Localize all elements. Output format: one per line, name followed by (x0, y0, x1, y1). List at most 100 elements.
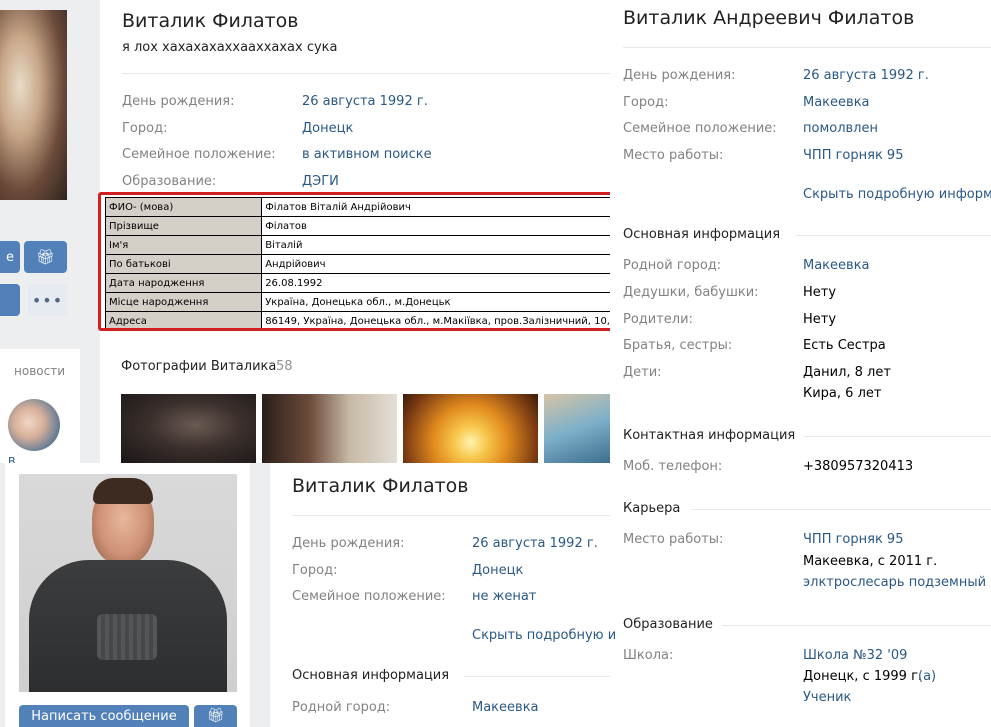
city-value[interactable]: Макеевка (803, 95, 870, 110)
children-label: Дети: (623, 365, 662, 380)
hometown-value[interactable]: Макеевка (472, 700, 539, 715)
city-value[interactable]: Донецк (302, 121, 353, 136)
gift-icon: 🎁︎ (35, 248, 56, 266)
right-page-title: Виталик Андреевич Филатов (623, 7, 915, 29)
career-position[interactable]: элктрослесарь подземный (803, 575, 986, 590)
relationship-label: Семейное положение: (122, 147, 276, 162)
career-label: Место работы: (623, 532, 724, 547)
hometown-value[interactable]: Макеевка (803, 258, 870, 273)
grandparents-label: Дедушки, бабушки: (623, 285, 759, 300)
grandparents-value: Нету (803, 285, 837, 300)
registry-key: По батькові (104, 254, 263, 274)
photos-title[interactable]: Фотографии Виталика (121, 359, 276, 374)
workplace-label: Место работы: (623, 148, 724, 163)
registry-key: Адреса (104, 311, 263, 328)
photo-hair (93, 478, 153, 504)
photo-thumb[interactable] (403, 394, 538, 463)
photos-card: Фотографии Виталика 58 (100, 343, 610, 463)
career-company[interactable]: ЧПП горняк 95 (803, 532, 903, 547)
main-info-heading: Основная информация (292, 668, 450, 683)
secondary-button-partial[interactable] (0, 284, 20, 316)
school-label: Школа: (623, 648, 674, 663)
relationship-value[interactable]: не женат (472, 589, 536, 604)
phone-label: Моб. телефон: (623, 459, 723, 474)
contact-heading: Контактная информация (623, 428, 796, 443)
registry-value: Філатов Віталій Андрійович (261, 197, 614, 217)
relationship-value[interactable]: помолвлен (803, 121, 878, 136)
right-profile-panel: Виталик Андреевич Филатов День рождения:… (610, 0, 991, 727)
gift-icon: 🎁︎ (206, 708, 225, 724)
friend-avatar[interactable] (8, 399, 60, 451)
send-message-button[interactable]: Написать сообщение (19, 705, 189, 727)
birthday-label: День рождения: (292, 536, 405, 551)
birthday-value[interactable]: 26 августа 1992 г. (302, 94, 428, 109)
registry-key: Дата народження (104, 273, 263, 293)
city-value[interactable]: Донецк (472, 563, 523, 578)
bottom-profile-card: Виталик Филатов День рождения: 26 август… (270, 463, 616, 727)
registry-table: ФИО- (мова) Філатов Віталій Андрійович Прі… (104, 197, 614, 328)
hometown-label: Родной город: (623, 258, 722, 273)
registry-key: Місце народження (104, 292, 263, 312)
divider (122, 73, 610, 74)
divider (722, 625, 991, 626)
gift-button[interactable]: 🎁︎ (24, 241, 67, 273)
divider (623, 47, 991, 48)
registry-value: Україна, Донецька обл., м.Донецьк (261, 292, 614, 312)
registry-value: Віталій (261, 235, 614, 255)
divider (464, 676, 610, 677)
hometown-label: Родной город: (292, 700, 391, 715)
registry-row: По батькові Андрійович (104, 254, 614, 274)
registry-value: Філатов (261, 216, 614, 236)
divider (692, 509, 991, 510)
siblings-label: Братья, сестры: (623, 338, 733, 353)
registry-value: 26.08.1992 (261, 273, 614, 293)
city-label: Город: (623, 95, 669, 110)
school-city: Донецк, с 1999 г. (803, 669, 923, 684)
birthday-value[interactable]: 26 августа 1992 г. (803, 68, 929, 83)
action-button-label: е (6, 249, 14, 265)
career-heading: Карьера (623, 501, 681, 516)
registry-key: ФИО- (мова) (104, 197, 263, 217)
news-label[interactable]: новости (14, 364, 65, 378)
profile-photo[interactable] (19, 474, 237, 692)
send-message-label: Написать сообщение (31, 708, 177, 724)
school-role[interactable]: Ученик (803, 690, 851, 705)
relationship-label: Семейное положение: (292, 589, 446, 604)
profile-status[interactable]: я лох хахахахаххааххахах сука (122, 40, 338, 55)
registry-row: Прізвище Філатов (104, 216, 614, 236)
birthday-value[interactable]: 26 августа 1992 г. (472, 536, 598, 551)
registry-row: ФИО- (мова) Філатов Віталій Андрійович (104, 197, 614, 217)
registry-key: Прізвище (104, 216, 263, 236)
photo-thumb[interactable] (121, 394, 256, 463)
school-value[interactable]: Школа №32 '09 (803, 648, 907, 663)
photo-shirt-print (97, 614, 157, 660)
more-icon: ••• (31, 290, 64, 310)
phone-value: +380957320413 (803, 459, 914, 474)
action-button-partial[interactable]: е (0, 241, 20, 273)
birthday-label: День рождения: (623, 68, 736, 83)
parents-value: Нету (803, 312, 837, 327)
parents-label: Родители: (623, 312, 693, 327)
relationship-value[interactable]: в активном поиске (302, 147, 432, 162)
children-value-second: Кира, 6 лет (803, 386, 882, 401)
hide-details-link[interactable]: Скрыть подробную и (472, 628, 616, 643)
registry-key: Ім'я (104, 235, 263, 255)
education-value[interactable]: ДЭГИ (302, 174, 339, 189)
education-heading: Образование (623, 617, 713, 632)
registry-row: Дата народження 26.08.1992 (104, 273, 614, 293)
profile-photo-fragment[interactable] (0, 10, 67, 200)
photos-count: 58 (276, 359, 293, 374)
workplace-value[interactable]: ЧПП горняк 95 (803, 148, 903, 163)
main-info-heading: Основная информация (623, 227, 781, 242)
divider (803, 436, 991, 437)
hide-details-link[interactable]: Скрыть подробную информа (803, 187, 991, 202)
registry-row: Ім'я Віталій (104, 235, 614, 255)
registry-value: Андрійович (261, 254, 614, 274)
gift-button[interactable]: 🎁︎ (194, 705, 237, 727)
divider (795, 235, 991, 236)
photo-thumb[interactable] (544, 394, 610, 463)
career-city: Макеевка, с 2011 г. (803, 554, 938, 569)
photo-thumb[interactable] (262, 394, 397, 463)
school-class[interactable]: (а) (918, 669, 936, 684)
more-button[interactable]: ••• (28, 284, 67, 316)
